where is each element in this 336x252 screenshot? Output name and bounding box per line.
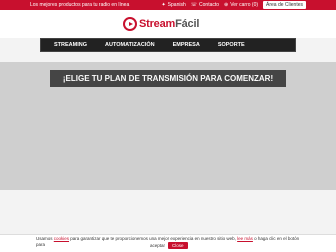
top-bar: Los mejores productos para tu radio en l… [0, 0, 336, 10]
cart-link[interactable]: ⊕ Ver carro (0) [224, 1, 258, 9]
nav-item-automatizacion[interactable]: AUTOMATIZACIÓN [96, 39, 164, 51]
cart-label: Ver carro (0) [230, 2, 259, 8]
logo[interactable]: StreamFácil [123, 16, 213, 32]
logo-stream: Stream [139, 18, 176, 30]
cookie-banner: Usamos cookies para garantizar que te pr… [0, 234, 336, 252]
cookie-actions: aceptar Close [150, 242, 188, 249]
hero-title: ¡ELIGE TU PLAN DE TRANSMISIÓN PARA COMEN… [62, 74, 274, 83]
play-logo-icon [123, 17, 137, 31]
promo-text: Los mejores productos para tu radio en l… [30, 2, 130, 8]
cookie-text-middle: para garantizar que te proporcionemos un… [69, 236, 238, 241]
contact-link[interactable]: ☏ Contacto [191, 1, 219, 9]
cookie-accept-text: aceptar [150, 243, 166, 248]
logo-wordmark: StreamFácil [139, 18, 199, 30]
read-more-link[interactable]: lee más [237, 236, 253, 241]
main-nav: STREAMING AUTOMATIZACIÓN EMPRESA SOPORTE [40, 38, 296, 52]
hero-title-box: ¡ELIGE TU PLAN DE TRANSMISIÓN PARA COMEN… [50, 70, 286, 87]
logo-facil: Fácil [175, 18, 200, 30]
nav-item-empresa[interactable]: EMPRESA [164, 39, 209, 51]
nav-item-streaming[interactable]: STREAMING [45, 39, 96, 51]
header: StreamFácil [0, 10, 336, 38]
cart-icon: ⊕ [224, 2, 229, 8]
cookie-text-before: Usamos [36, 236, 54, 241]
cookie-close-button[interactable]: Close [168, 242, 188, 249]
language-link[interactable]: ✦ Spanish [161, 1, 185, 9]
cookies-link[interactable]: cookies [54, 236, 69, 241]
language-label: Spanish [167, 2, 186, 8]
hero-banner: ¡ELIGE TU PLAN DE TRANSMISIÓN PARA COMEN… [0, 62, 336, 190]
nav-item-soporte[interactable]: SOPORTE [209, 39, 254, 51]
client-area-button[interactable]: Área de Clientes [263, 1, 306, 9]
top-links: ✦ Spanish ☏ Contacto ⊕ Ver carro (0) Áre… [161, 1, 306, 9]
flag-icon: ✦ [161, 2, 166, 8]
phone-icon: ☏ [190, 2, 198, 8]
contact-label: Contacto [199, 2, 220, 8]
